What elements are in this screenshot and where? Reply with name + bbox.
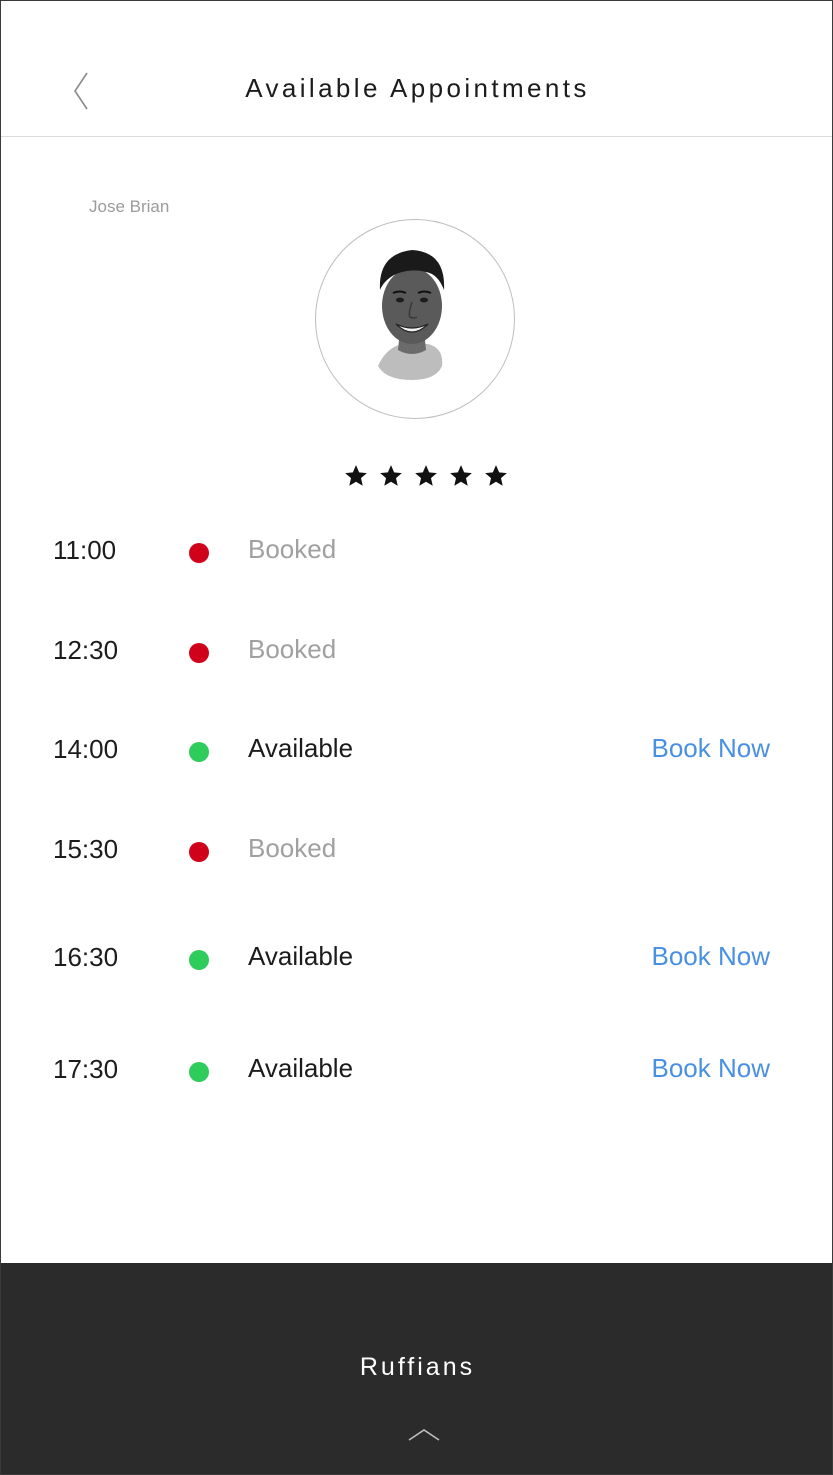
star-icon (450, 465, 472, 486)
appointment-row: 16:30 Available Book Now (1, 938, 832, 978)
appointment-row: 14:00 Available Book Now (1, 730, 832, 770)
appointment-row: 17:30 Available Book Now (1, 1050, 832, 1090)
barber-name: Jose Brian (89, 197, 170, 216)
slot-status: Booked (248, 534, 337, 564)
star-icon (345, 465, 367, 486)
star-rating (343, 463, 513, 489)
slot-time: 17:30 (53, 1054, 119, 1084)
available-indicator (189, 1062, 209, 1082)
slot-status: Available (248, 1053, 354, 1083)
star-icon (485, 465, 507, 486)
available-indicator (189, 950, 209, 970)
slot-time: 15:30 (53, 834, 119, 864)
booked-indicator (189, 842, 209, 862)
booked-indicator (189, 643, 209, 663)
slot-status: Booked (248, 634, 337, 664)
slot-status: Available (248, 941, 354, 971)
book-now-button[interactable]: Book Now (652, 733, 771, 764)
page-title: Available Appointments (245, 73, 590, 103)
nav-header: Available Appointments (1, 1, 832, 137)
appointment-row: 12:30 Booked (1, 631, 832, 671)
expand-button[interactable] (406, 1423, 442, 1445)
appointment-row: 15:30 Booked (1, 830, 832, 870)
booked-indicator (189, 543, 209, 563)
slot-time: 11:00 (53, 535, 117, 565)
slot-time: 16:30 (53, 942, 119, 972)
star-icon (380, 465, 402, 486)
avatar-portrait (378, 250, 445, 380)
slot-status: Booked (248, 833, 337, 863)
star-icon (415, 465, 437, 486)
barber-avatar (315, 219, 515, 419)
book-now-button[interactable]: Book Now (652, 941, 771, 972)
brand-name: Ruffians (359, 1353, 476, 1381)
slot-time: 14:00 (53, 734, 119, 764)
bottom-bar: Ruffians (1, 1263, 832, 1474)
slot-time: 12:30 (53, 635, 119, 665)
book-now-button[interactable]: Book Now (652, 1053, 771, 1084)
available-indicator (189, 742, 209, 762)
slot-status: Available (248, 733, 354, 763)
app-screen: Available Appointments Jose Brian 11:00 B… (0, 0, 833, 1475)
appointment-row: 11:00 Booked (1, 531, 832, 571)
chevron-up-icon (408, 1429, 440, 1441)
